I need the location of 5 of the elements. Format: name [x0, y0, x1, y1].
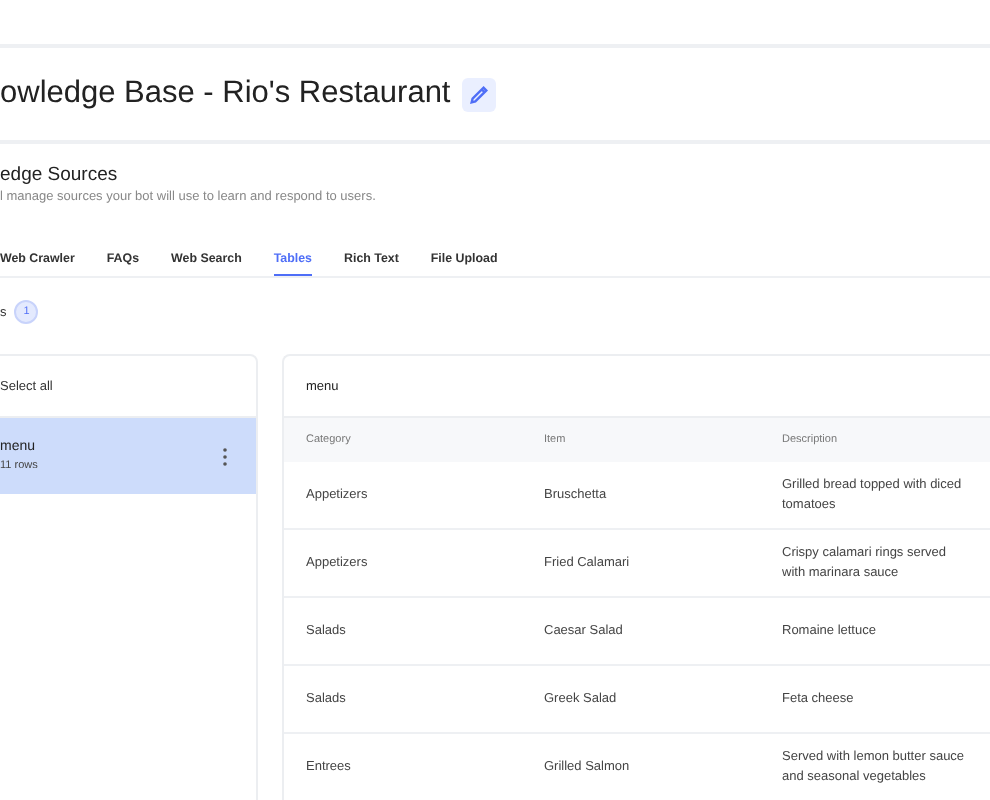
page-title: owledge Base - Rio's Restaurant [0, 76, 451, 112]
pencil-icon [468, 83, 491, 105]
section-title: edge Sources [0, 164, 120, 186]
more-icon[interactable] [222, 447, 228, 465]
edit-button[interactable] [462, 77, 497, 111]
